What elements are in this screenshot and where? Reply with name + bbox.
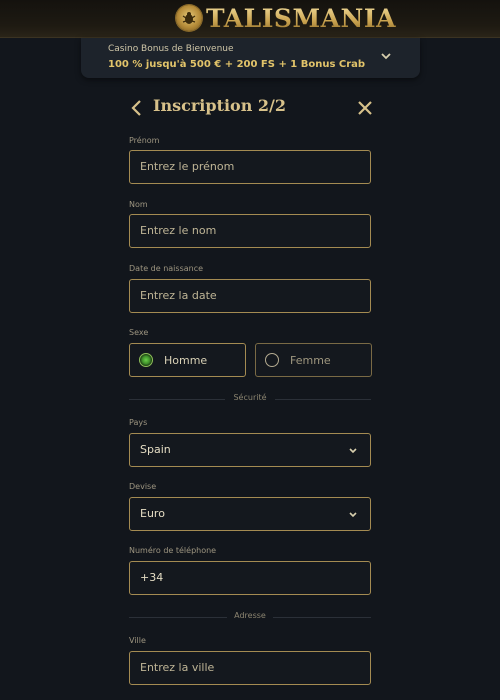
city-label: Ville bbox=[129, 636, 146, 645]
scarab-logo-icon bbox=[176, 5, 202, 31]
currency-value: Euro bbox=[140, 507, 165, 520]
security-divider: Sécurité bbox=[129, 393, 371, 405]
phone-label: Numéro de téléphone bbox=[129, 546, 217, 555]
birth-date-label: Date de naissance bbox=[129, 264, 204, 273]
welcome-bonus-banner[interactable]: Casino Bonus de Bienvenue 100 % jusqu'à … bbox=[81, 38, 420, 78]
city-field[interactable]: Entrez la ville bbox=[129, 651, 371, 685]
chevron-down-icon bbox=[349, 448, 357, 454]
gender-option-label: Femme bbox=[290, 354, 331, 367]
radio-selected-icon bbox=[139, 353, 153, 367]
first-name-label: Prénom bbox=[129, 136, 160, 145]
first-name-field[interactable]: Entrez le prénom bbox=[129, 150, 371, 184]
chevron-down-icon bbox=[349, 512, 357, 518]
currency-label: Devise bbox=[129, 482, 157, 491]
currency-select[interactable]: Euro bbox=[129, 497, 371, 531]
last-name-field[interactable]: Entrez le nom bbox=[129, 214, 371, 248]
phone-value: +34 bbox=[140, 571, 164, 584]
close-icon[interactable] bbox=[357, 98, 373, 118]
bonus-title: Casino Bonus de Bienvenue bbox=[108, 44, 234, 54]
country-label: Pays bbox=[129, 418, 148, 427]
address-divider-label: Adresse bbox=[234, 611, 266, 620]
form-header: Inscription 2/2 bbox=[129, 96, 373, 120]
country-value: Spain bbox=[140, 443, 171, 456]
brand-name: TALISMANIA bbox=[206, 3, 396, 33]
back-arrow-icon[interactable] bbox=[129, 98, 145, 118]
chevron-down-icon[interactable] bbox=[380, 51, 392, 61]
gender-label: Sexe bbox=[129, 328, 149, 337]
address-divider: Adresse bbox=[129, 611, 371, 623]
gender-option-femme[interactable]: Femme bbox=[255, 343, 372, 377]
last-name-placeholder: Entrez le nom bbox=[140, 224, 217, 237]
last-name-label: Nom bbox=[129, 200, 148, 209]
first-name-placeholder: Entrez le prénom bbox=[140, 160, 235, 173]
brand-logo[interactable]: TALISMANIA bbox=[176, 2, 396, 34]
phone-field[interactable]: +34 bbox=[129, 561, 371, 595]
birth-date-field[interactable]: Entrez la date bbox=[129, 279, 371, 313]
gender-option-homme[interactable]: Homme bbox=[129, 343, 246, 377]
city-placeholder: Entrez la ville bbox=[140, 661, 215, 674]
country-select[interactable]: Spain bbox=[129, 433, 371, 467]
bonus-offer: 100 % jusqu'à 500 € + 200 FS + 1 Bonus C… bbox=[108, 59, 366, 70]
radio-unselected-icon bbox=[265, 353, 279, 367]
gender-option-label: Homme bbox=[164, 354, 208, 367]
top-bar: TALISMANIA bbox=[0, 0, 500, 38]
birth-date-placeholder: Entrez la date bbox=[140, 289, 217, 302]
security-divider-label: Sécurité bbox=[233, 393, 267, 402]
form-title: Inscription 2/2 bbox=[153, 96, 287, 115]
